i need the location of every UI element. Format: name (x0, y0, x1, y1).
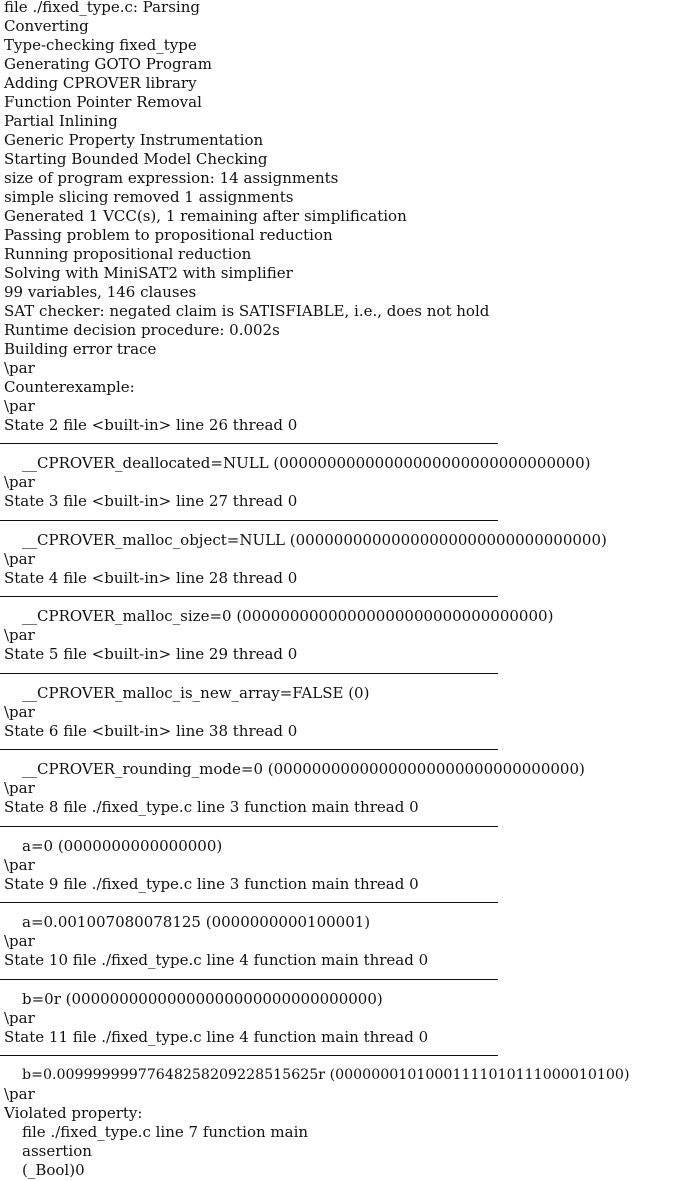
log-line: Building error trace (4, 340, 157, 358)
state-divider (0, 443, 498, 444)
par-marker: \par (4, 779, 35, 797)
state-divider (0, 596, 498, 597)
state-value: b=0.00999999977648258209228515625r (0000… (22, 1067, 630, 1083)
log-line: simple slicing removed 1 assignments (4, 188, 294, 206)
state-value: __CPROVER_deallocated=NULL (000000000000… (22, 454, 591, 472)
par-marker: \par (4, 703, 35, 721)
log-line: SAT checker: negated claim is SATISFIABL… (4, 302, 490, 320)
log-line: Function Pointer Removal (4, 93, 202, 111)
log-line: Starting Bounded Model Checking (4, 150, 268, 168)
state-header: State 11 file ./fixed_type.c line 4 func… (4, 1028, 429, 1046)
log-line: Generated 1 VCC(s), 1 remaining after si… (4, 207, 407, 225)
state-divider (0, 902, 498, 903)
state-divider (0, 749, 498, 750)
state-value: __CPROVER_malloc_object=NULL (0000000000… (22, 531, 607, 549)
log-line: Generic Property Instrumentation (4, 131, 264, 149)
par-marker: \par (4, 397, 35, 415)
par-marker: \par (4, 1009, 35, 1027)
log-line: size of program expression: 14 assignmen… (4, 169, 339, 187)
state-divider (0, 1055, 498, 1056)
state-value: __CPROVER_malloc_is_new_array=FALSE (0) (22, 684, 370, 702)
par-marker: \par (4, 1085, 35, 1103)
log-line: Runtime decision procedure: 0.002s (4, 321, 280, 339)
state-divider (0, 826, 498, 827)
state-value: a=0.001007080078125 (0000000000100001) (22, 913, 371, 931)
log-line: file ./fixed_type.c: Parsing (4, 0, 200, 16)
counterexample-heading: Counterexample: (4, 378, 135, 396)
violation-location: file ./fixed_type.c line 7 function main (22, 1123, 309, 1141)
state-value: __CPROVER_rounding_mode=0 (0000000000000… (22, 760, 585, 778)
par-marker: \par (4, 550, 35, 568)
par-marker: \par (4, 932, 35, 950)
state-header: State 3 file <built-in> line 27 thread 0 (4, 492, 298, 510)
log-line: 99 variables, 146 clauses (4, 283, 197, 301)
par-marker: \par (4, 856, 35, 874)
state-divider (0, 673, 498, 674)
state-value: b=0r (00000000000000000000000000000000) (22, 990, 383, 1008)
state-header: State 6 file <built-in> line 38 thread 0 (4, 722, 298, 740)
par-marker: \par (4, 359, 35, 377)
state-header: State 5 file <built-in> line 29 thread 0 (4, 645, 298, 663)
state-header: State 9 file ./fixed_type.c line 3 funct… (4, 875, 419, 893)
log-line: Type-checking fixed_type (4, 36, 197, 54)
trace-document: file ./fixed_type.c: Parsing Converting … (0, 0, 676, 1181)
log-line: Passing problem to propositional reducti… (4, 226, 333, 244)
state-value: __CPROVER_malloc_size=0 (000000000000000… (22, 607, 554, 625)
par-marker: \par (4, 473, 35, 491)
log-line: Adding CPROVER library (4, 74, 197, 92)
state-header: State 4 file <built-in> line 28 thread 0 (4, 569, 298, 587)
state-value: a=0 (0000000000000000) (22, 837, 223, 855)
log-line: Running propositional reduction (4, 245, 252, 263)
violation-expression: (_Bool)0 (22, 1161, 85, 1179)
state-divider (0, 979, 498, 980)
log-line: Converting (4, 17, 89, 35)
par-marker: \par (4, 626, 35, 644)
violated-property-heading: Violated property: (4, 1104, 143, 1122)
state-header: State 8 file ./fixed_type.c line 3 funct… (4, 798, 419, 816)
state-header: State 10 file ./fixed_type.c line 4 func… (4, 951, 429, 969)
log-line: Partial Inlining (4, 112, 118, 130)
log-line: Generating GOTO Program (4, 55, 212, 73)
state-divider (0, 520, 498, 521)
log-line: Solving with MiniSAT2 with simplifier (4, 264, 293, 282)
state-header: State 2 file <built-in> line 26 thread 0 (4, 416, 298, 434)
violation-kind: assertion (22, 1142, 92, 1160)
